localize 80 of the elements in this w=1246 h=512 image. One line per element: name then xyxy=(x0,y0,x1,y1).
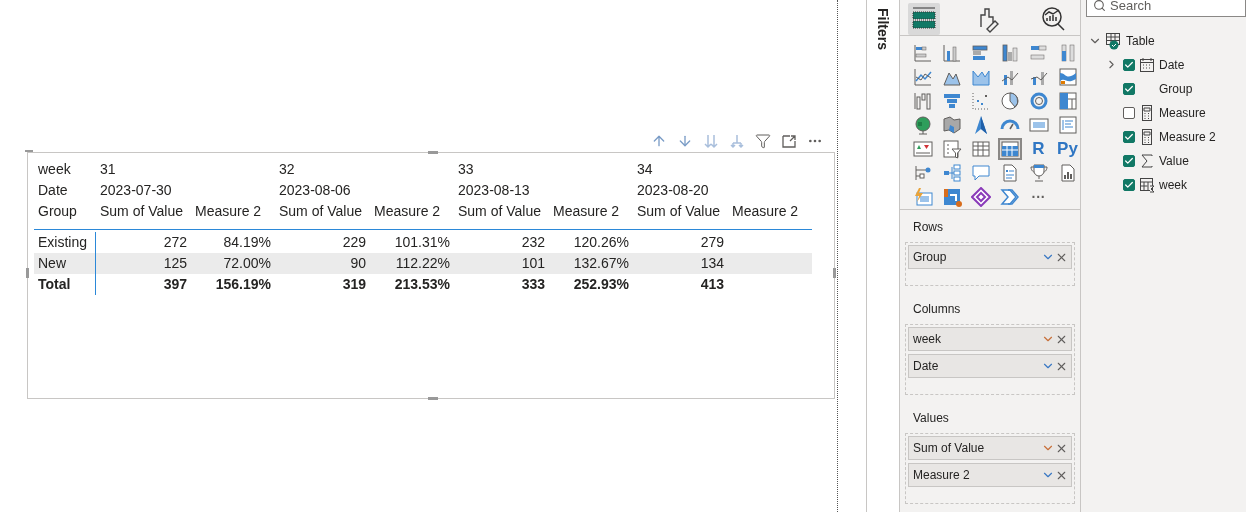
table-cell: 112.22% xyxy=(370,253,454,274)
table-hierarchy-icon xyxy=(1139,176,1155,193)
table-cell-text: 272 xyxy=(162,233,188,252)
column-header: 2023-08-20 xyxy=(636,181,710,200)
field-name[interactable]: week xyxy=(1159,177,1187,192)
table-icon xyxy=(1105,31,1123,50)
column-header: Measure 2 xyxy=(191,201,275,230)
column-header: 2023-07-30 xyxy=(99,181,173,200)
field-name[interactable]: Measure xyxy=(1159,105,1206,120)
total-label: Total xyxy=(34,274,96,295)
calculator-icon xyxy=(1141,104,1153,121)
table-cell-text: 84.19% xyxy=(222,233,272,252)
well-title: Rows xyxy=(912,220,944,236)
field-name[interactable]: Measure 2 xyxy=(1159,129,1216,144)
table-cell: 101 xyxy=(454,253,549,274)
column-header: Measure 2 xyxy=(370,201,454,230)
search-icon xyxy=(1093,0,1106,12)
table-cell-text: 279 xyxy=(699,233,725,252)
more-visuals-button[interactable]: ··· xyxy=(1026,186,1051,208)
script-visual-button[interactable]: R xyxy=(1026,138,1051,160)
total-cell-text: 319 xyxy=(341,275,367,294)
script-visual-button[interactable]: Py xyxy=(1055,138,1080,160)
field-name[interactable]: Value xyxy=(1159,153,1189,168)
table-cell: 125 xyxy=(96,253,191,274)
column-header: 2023-08-13 xyxy=(457,181,531,200)
table-cell: 72.00% xyxy=(191,253,275,274)
column-header: Measure 2 xyxy=(728,201,812,230)
table-cell: 134 xyxy=(633,253,728,274)
checkbox[interactable] xyxy=(1123,82,1135,95)
sigma-icon xyxy=(1141,153,1153,168)
row-label: New xyxy=(34,253,96,274)
table-cell-text: 120.26% xyxy=(572,233,630,252)
column-header: Sum of Value xyxy=(96,201,191,230)
column-header: 2023-08-06 xyxy=(278,181,352,200)
table-cell-text: 229 xyxy=(341,233,367,252)
total-cell-text: 413 xyxy=(699,275,725,294)
total-cell-text: 213.53% xyxy=(393,275,451,294)
field-chip[interactable]: week xyxy=(908,327,1072,351)
table-cell: 132.67% xyxy=(549,253,633,274)
field-chip[interactable]: Date xyxy=(908,354,1072,378)
column-header: Sum of Value xyxy=(633,201,728,230)
column-header: Sum of Value xyxy=(275,201,370,230)
field-chip[interactable]: Measure 2 xyxy=(908,463,1072,487)
well-title: Columns xyxy=(912,302,962,318)
column-header: 34 xyxy=(636,160,654,179)
search-field[interactable]: Search xyxy=(1086,0,1246,17)
checkbox[interactable] xyxy=(1123,106,1135,119)
checkbox[interactable] xyxy=(1123,154,1135,167)
row-header-label: week xyxy=(37,160,72,179)
column-header: Sum of Value xyxy=(454,201,549,230)
filter-icon[interactable] xyxy=(753,133,773,149)
field-chip[interactable]: Sum of Value xyxy=(908,436,1072,460)
table-cell-text: 232 xyxy=(520,233,546,252)
matrix-icon[interactable] xyxy=(997,138,1022,160)
row-header-label: Date xyxy=(37,181,69,200)
total-cell-text: 156.19% xyxy=(214,275,272,294)
field-name[interactable]: Date xyxy=(1159,57,1185,72)
filters-pane-title[interactable]: Filters xyxy=(875,8,891,50)
total-cell-text: 333 xyxy=(520,275,546,294)
calculator-icon xyxy=(1141,128,1153,145)
column-header: 33 xyxy=(457,160,475,179)
kpi-icon[interactable] xyxy=(910,138,935,160)
diamond-icon[interactable] xyxy=(968,186,993,208)
checkbox[interactable] xyxy=(1123,130,1135,143)
column-header: 32 xyxy=(278,160,296,179)
total-cell-text: 397 xyxy=(162,275,188,294)
column-header: 31 xyxy=(99,160,117,179)
row-header-label: Group xyxy=(34,201,96,230)
calendar-icon xyxy=(1139,56,1155,73)
column-header: Measure 2 xyxy=(549,201,633,230)
checkbox[interactable] xyxy=(1123,178,1135,191)
table-cell: 90 xyxy=(275,253,370,274)
well-title: Values xyxy=(912,411,950,427)
checkbox[interactable] xyxy=(1123,58,1135,71)
total-cell-text: 252.93% xyxy=(572,275,630,294)
table-cell-text: 101.31% xyxy=(393,233,451,252)
focus-mode-icon[interactable] xyxy=(779,133,799,149)
table-item[interactable]: Table xyxy=(1088,31,1246,50)
field-name[interactable]: Group xyxy=(1159,81,1193,96)
field-chip[interactable]: Group xyxy=(908,245,1072,269)
